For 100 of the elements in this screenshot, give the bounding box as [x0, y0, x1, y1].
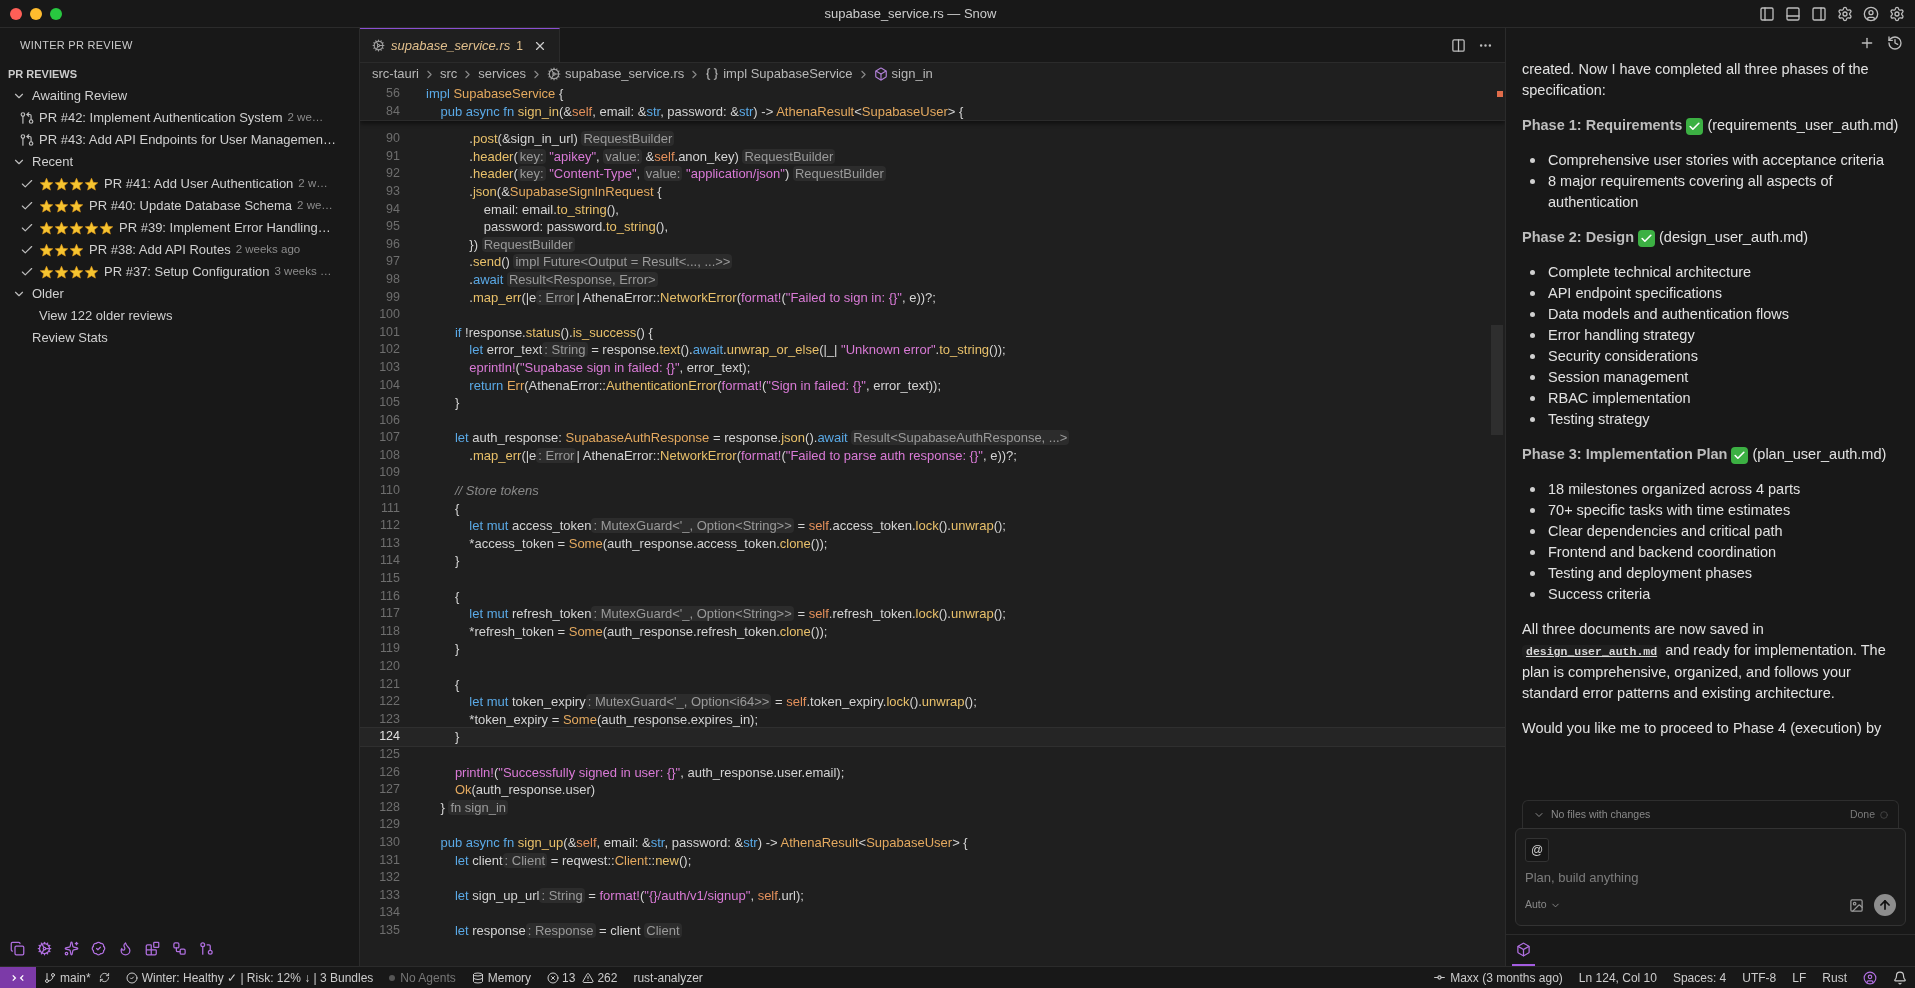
line-number: 111 — [380, 499, 400, 517]
code-line: let mut refresh_token: MutexGuard<'_, Option<String>> = self.refresh_token.lock().unwrap(); — [468, 605, 1006, 623]
line-number: 134 — [378, 904, 400, 922]
line-number: 122 — [378, 693, 400, 711]
tree-group[interactable]: Recent — [0, 151, 359, 173]
code-line: let mut token_expiry: MutexGuard<'_, Option<i64>> = self.token_expiry.lock().unwrap(); — [468, 693, 977, 711]
code-line: .send() impl Future<Output = Result<..., ...>> — [468, 253, 733, 271]
line-number: 107 — [378, 429, 400, 447]
breadcrumb-item[interactable]: src — [439, 64, 458, 84]
line-number: 98 — [385, 270, 400, 288]
encoding-setting[interactable]: UTF-8 — [1734, 968, 1785, 987]
line-ending-setting[interactable]: LF — [1784, 968, 1815, 987]
list-item: Frontend and backend coordination — [1548, 543, 1777, 562]
health-status[interactable]: Winter: Healthy ✓ | Risk: 12% ↓ | 3 Bundles — [117, 968, 382, 987]
problems-button[interactable]: 13 262 — [539, 968, 626, 987]
line-number: 112 — [379, 517, 400, 535]
code-line: .post(&sign_in_url) RequestBuilder — [468, 130, 675, 148]
line-number: 110 — [379, 482, 400, 500]
line-number: 118 — [379, 622, 400, 640]
code-line: // Store tokens — [453, 482, 539, 500]
file-name: (requirements_user_auth.md) — [1707, 117, 1899, 133]
window-title: supabase_service.rs — Snow — [824, 4, 997, 23]
code-line: email: email.to_string(), — [482, 200, 619, 219]
line-number: 97 — [385, 253, 400, 271]
tree-item[interactable]: PR #40: Update Database Schema 2 we… — [0, 195, 359, 217]
branch-button[interactable]: main* — [36, 968, 118, 987]
code-line: .json(&SupabaseSignInRequest { — [468, 182, 662, 201]
code-line: } — [453, 640, 460, 658]
language-server-status[interactable]: rust-analyzer — [625, 968, 711, 987]
code-line: return Err(AthenaError::AuthenticationError(format!("Sign in failed: {}", error_text)); — [468, 376, 942, 395]
line-number: 92 — [385, 165, 400, 183]
list-item: Testing strategy — [1548, 410, 1650, 429]
line-number: 91 — [385, 147, 400, 165]
list-item: Security considerations — [1548, 347, 1698, 366]
mode-dropdown[interactable]: Auto — [1525, 897, 1561, 913]
blame-info[interactable]: Maxx (3 months ago) — [1425, 968, 1571, 987]
chat-paragraph: created. Now I have completed all three phases of the specification: — [1522, 60, 1870, 100]
code-line: Ok(auth_response.user) — [453, 781, 596, 799]
editor-tab[interactable]: supabase_service.rs 1 — [360, 28, 560, 62]
code-line: let auth_response: SupabaseAuthResponse = response.json().await Result<SupabaseAuthResponse, ...> — [453, 429, 1070, 447]
breadcrumb-item[interactable]: impl SupabaseService — [723, 64, 853, 84]
phase-title: Phase 2: Design — [1522, 229, 1634, 245]
list-item: Testing and deployment phases — [1548, 564, 1752, 583]
section-header[interactable]: PR REVIEWS — [0, 63, 359, 85]
tree-group[interactable]: Older — [0, 283, 359, 305]
code-line: *access_token = Some(auth_response.access_token.clone()); — [468, 534, 828, 553]
line-number: 108 — [378, 446, 400, 464]
line-number: 96 — [385, 235, 400, 253]
tree-item[interactable]: PR #37: Setup Configuration 3 weeks … — [0, 261, 359, 283]
list-item: 18 milestones organized across 4 parts — [1548, 480, 1801, 499]
tree-item[interactable]: PR #38: Add API Routes 2 weeks ago — [0, 239, 359, 261]
tree-item[interactable]: PR #39: Implement Error Handling… — [0, 217, 359, 239]
code-line: .map_err(|e: Error| AthenaError::NetworkError(format!("Failed to parse auth response: {}", e))?; — [468, 446, 1017, 465]
code-line: } — [453, 728, 460, 746]
tree-item[interactable]: PR #43: Add API Endpoints for User Managemen… — [0, 129, 359, 151]
cursor-position[interactable]: Ln 124, Col 10 — [1570, 968, 1665, 987]
phase-title: Phase 3: Implementation Plan — [1522, 446, 1728, 462]
list-item: 70+ specific tasks with time estimates — [1548, 501, 1791, 520]
line-number: 90 — [385, 130, 400, 148]
changes-toggle[interactable]: No files with changes — [1533, 806, 1651, 823]
chat-input[interactable]: Plan, build anything — [1525, 868, 1896, 888]
list-item: Data models and authentication flows — [1548, 305, 1789, 324]
line-number: 133 — [378, 886, 400, 904]
breadcrumb-item[interactable]: services — [478, 64, 526, 84]
list-item: Success criteria — [1548, 585, 1651, 604]
list-item: Comprehensive user stories with acceptance criteria — [1548, 151, 1885, 170]
line-number: 99 — [385, 288, 400, 306]
line-number: 119 — [379, 640, 400, 658]
tree-item[interactable]: PR #41: Add User Authentication 2 w… — [0, 173, 359, 195]
code-line: *refresh_token = Some(auth_response.refresh_token.clone()); — [468, 622, 828, 641]
file-name: (plan_user_auth.md) — [1752, 446, 1887, 462]
line-number: 128 — [378, 798, 400, 816]
line-number: 101 — [378, 323, 400, 341]
memory-button[interactable]: Memory — [463, 968, 540, 987]
tree-item[interactable]: PR #42: Implement Authentication System 2 we… — [0, 107, 359, 129]
line-number: 130 — [378, 833, 400, 851]
indentation-setting[interactable]: Spaces: 4 — [1664, 968, 1735, 987]
list-item: API endpoint specifications — [1548, 284, 1723, 303]
mention-button[interactable]: @ — [1525, 838, 1549, 862]
tree-group[interactable]: Awaiting Review — [0, 85, 359, 107]
line-number: 113 — [379, 534, 400, 552]
code-line: println!("Successfully signed in user: {}", auth_response.user.email); — [453, 763, 845, 782]
code-line: { — [453, 499, 460, 518]
tree-item[interactable]: Review Stats — [0, 327, 359, 349]
line-number: 127 — [378, 781, 400, 799]
language-mode[interactable]: Rust — [1814, 968, 1855, 987]
list-item: Error handling strategy — [1548, 326, 1695, 345]
line-number: 103 — [378, 358, 400, 376]
agents-status[interactable]: No Agents — [381, 968, 464, 987]
line-number: 131 — [378, 851, 400, 869]
code-line: }) RequestBuilder — [468, 235, 575, 254]
code-line: } — [453, 552, 460, 571]
code-line: password: password.to_string(), — [482, 218, 669, 236]
tree-item[interactable]: View 122 older reviews — [0, 305, 359, 327]
line-number: 125 — [378, 745, 400, 763]
breadcrumb-item[interactable]: supabase_service.rs — [565, 64, 685, 84]
breadcrumb-item[interactable]: sign_in — [891, 64, 933, 84]
code-line: *token_expiry = Some(auth_response.expires_in); — [468, 710, 759, 729]
breadcrumb-item[interactable]: src-tauri — [372, 64, 419, 84]
line-number: 123 — [378, 710, 400, 728]
